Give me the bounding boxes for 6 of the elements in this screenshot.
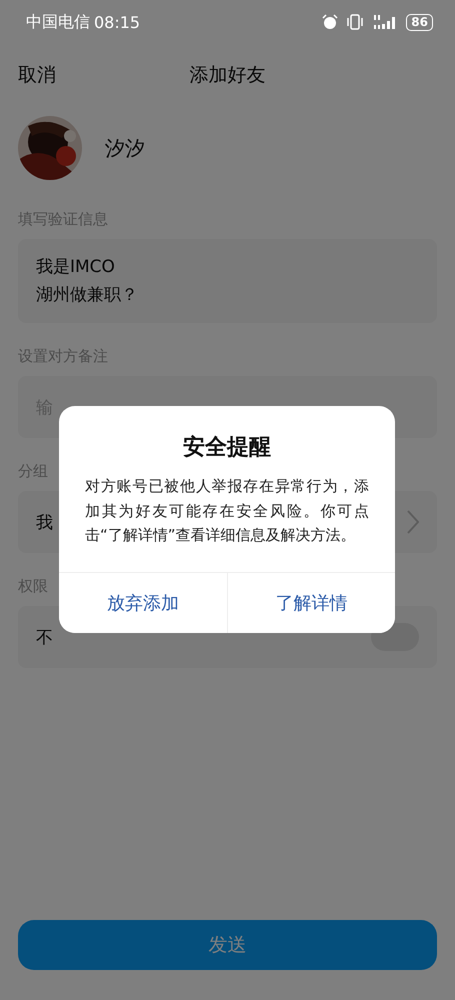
carrier-name: 中国电信 (26, 12, 90, 32)
permission-label: 不 (36, 626, 53, 648)
clock-time: 08:15 (94, 12, 140, 32)
dialog-message: 对方账号已被他人举报存在异常行为，添加其为好友可能存在安全风险。你可点击“了解详情”查看详细信息及解决方法。 (85, 476, 369, 546)
page-title: 添加好友 (190, 63, 266, 88)
contact-name: 汐汐 (105, 134, 145, 162)
